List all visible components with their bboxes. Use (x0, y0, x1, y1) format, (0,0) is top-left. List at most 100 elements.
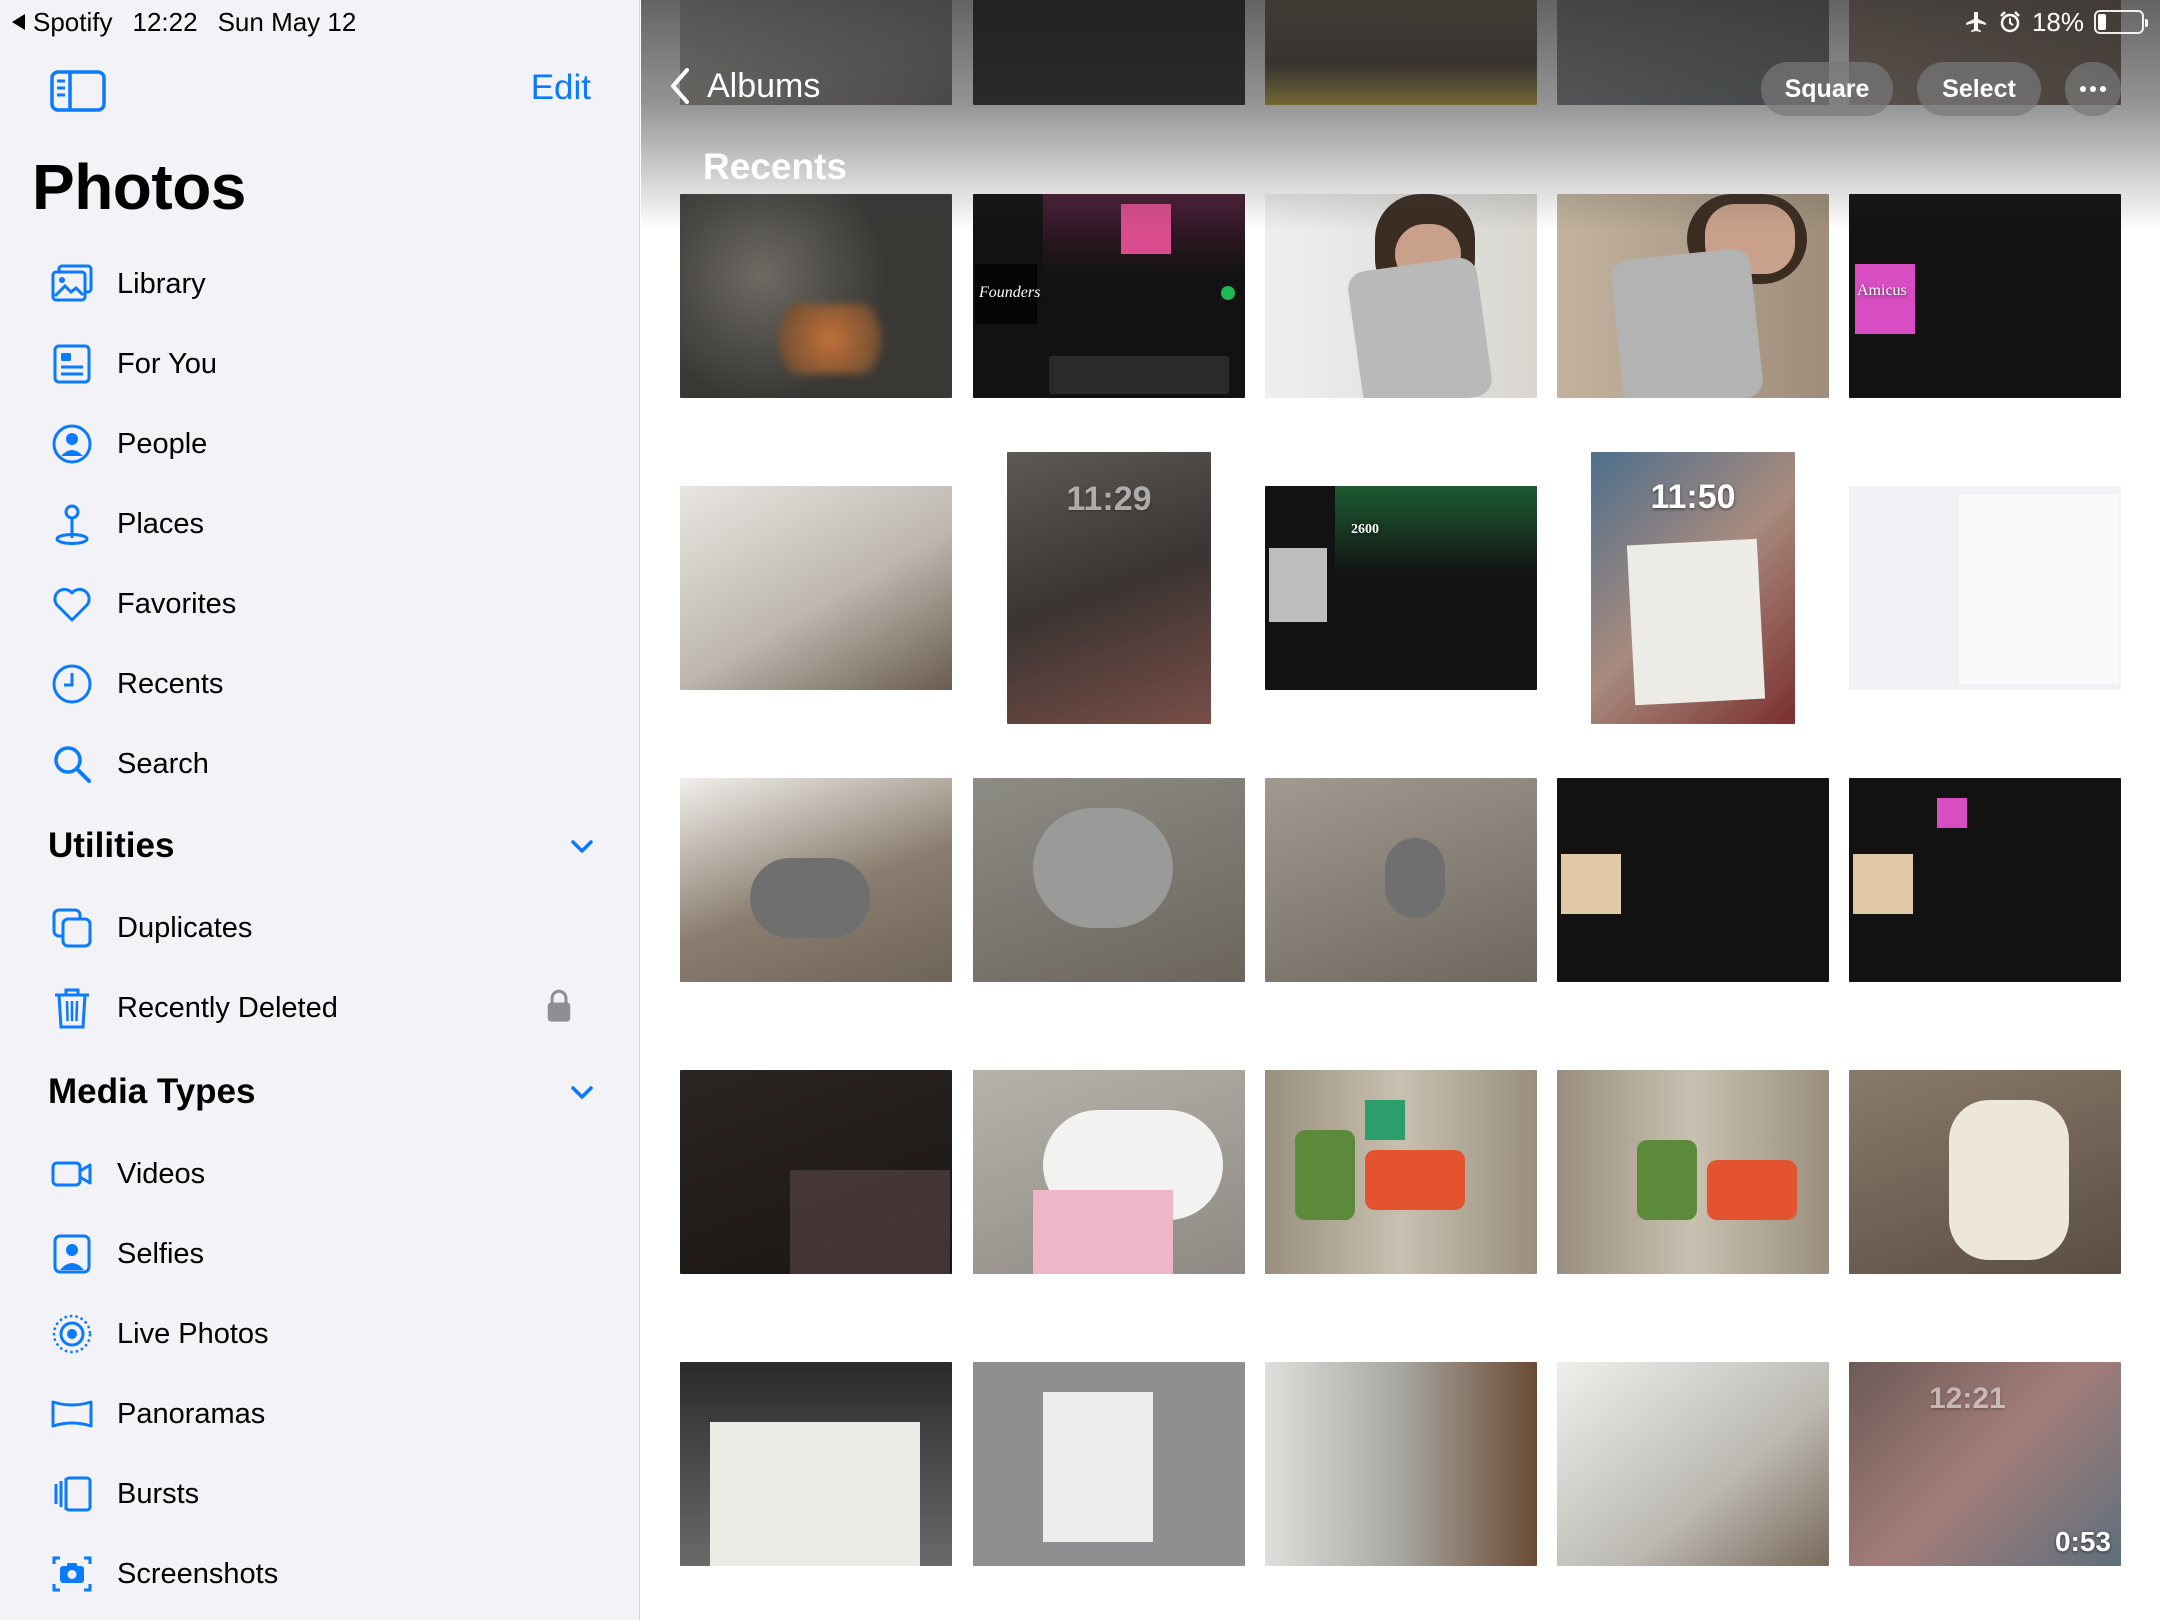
select-button[interactable]: Select (1917, 62, 2041, 116)
back-app-label: Spotify (33, 6, 113, 37)
sidebar-item-label: Places (117, 507, 205, 540)
sidebar-item-label: Recently Deleted (117, 991, 338, 1024)
photo-thumbnail[interactable] (1557, 1362, 1829, 1566)
photo-thumbnail[interactable] (680, 486, 952, 690)
sidebar-item-live-photos[interactable]: Live Photos (48, 1302, 608, 1366)
sidebar-item-screenshots[interactable]: Screenshots (48, 1542, 608, 1606)
panorama-icon (48, 1390, 96, 1438)
sidebar-item-label: Videos (117, 1157, 206, 1190)
trash-icon (48, 984, 96, 1032)
photo-thumbnail[interactable] (680, 194, 952, 398)
photo-thumbnail[interactable] (1849, 1070, 2121, 1274)
photo-thumbnail[interactable] (973, 1070, 1245, 1274)
sidebar-item-label: Bursts (117, 1477, 200, 1510)
sidebar-item-recents[interactable]: Recents (48, 652, 608, 716)
photo-thumbnail[interactable] (680, 1362, 952, 1566)
status-time: 12:22 (132, 6, 198, 37)
photo-thumbnail[interactable] (973, 0, 1245, 105)
sidebar-item-label: Recents (117, 667, 224, 700)
photo-thumbnail[interactable] (1557, 194, 1829, 398)
places-icon (48, 500, 96, 548)
airplane-mode-icon (1965, 12, 1986, 32)
lock-time-text: 11:50 (1650, 478, 1736, 516)
square-button[interactable]: Square (1761, 62, 1893, 116)
back-to-app-button[interactable]: Spotify (12, 7, 113, 38)
battery-percent: 18% (2031, 6, 2084, 37)
photo-thumbnail[interactable] (1265, 194, 1537, 398)
video-icon (48, 1150, 96, 1198)
photo-thumbnail[interactable] (1265, 0, 1537, 105)
people-icon (48, 420, 96, 468)
sidebar-item-label: Panoramas (117, 1397, 266, 1430)
sidebar-item-selfies[interactable]: Selfies (48, 1222, 608, 1286)
sidebar-item-for-you[interactable]: For You (48, 332, 608, 396)
photo-grid-area: Founders Amicus 11:29 2600 11:50 12:21 0… (641, 0, 2160, 1620)
sidebar-item-label: Selfies (117, 1237, 205, 1270)
sidebar-item-label: Search (117, 747, 209, 780)
status-date: Sun May 12 (217, 6, 357, 37)
photo-thumbnail[interactable] (680, 1070, 952, 1274)
section-title: Utilities (48, 826, 175, 865)
lock-icon (546, 988, 572, 1029)
sidebar-item-duplicates[interactable]: Duplicates (48, 896, 608, 960)
clock-icon (48, 660, 96, 708)
section-title: Recents (703, 146, 847, 187)
back-button[interactable]: Albums (667, 66, 820, 106)
founders-text: Founders (979, 284, 1041, 301)
photo-thumbnail[interactable] (1265, 1070, 1537, 1274)
alarm-icon (2000, 11, 2020, 33)
status-bar-left: Spotify 12:22 Sun May 12 (12, 4, 356, 40)
sidebar-item-bursts[interactable]: Bursts (48, 1462, 608, 1526)
sidebar-item-label: Screenshots (117, 1557, 279, 1590)
photo-thumbnail[interactable]: Amicus (1849, 194, 2121, 398)
photo-thumbnail[interactable]: 2600 (1265, 486, 1537, 690)
search-icon (48, 740, 96, 788)
sidebar-item-label: People (117, 427, 208, 460)
back-button-label: Albums (707, 66, 821, 105)
lock-time-text: 11:29 (1066, 480, 1152, 518)
battery-icon (2094, 10, 2148, 34)
sidebar-item-label: Library (117, 267, 206, 300)
chevron-down-icon (571, 1086, 593, 1099)
sidebar-item-recently-deleted[interactable]: Recently Deleted (48, 976, 608, 1040)
sidebar-item-videos[interactable]: Videos (48, 1142, 608, 1206)
sidebar-item-people[interactable]: People (48, 412, 608, 476)
photo-thumbnail[interactable]: 12:21 0:53 (1849, 1362, 2121, 1566)
selfie-icon (48, 1230, 96, 1278)
chevron-left-icon (671, 68, 689, 104)
photo-thumbnail[interactable] (973, 778, 1245, 982)
media-types-section-header[interactable]: Media Types (48, 1062, 608, 1122)
photo-thumbnail[interactable]: 11:50 (1591, 452, 1795, 724)
sidebar-item-search[interactable]: Search (48, 732, 608, 796)
sidebar-item-label: Favorites (117, 587, 237, 620)
photo-thumbnail[interactable] (1265, 1362, 1537, 1566)
back-triangle-icon (12, 14, 25, 30)
photo-thumbnail[interactable] (973, 1362, 1245, 1566)
sidebar-item-panoramas[interactable]: Panoramas (48, 1382, 608, 1446)
edit-button[interactable]: Edit (531, 68, 591, 108)
bursts-icon (48, 1470, 96, 1518)
photo-thumbnail[interactable]: 11:29 (1007, 452, 1211, 724)
sidebar: Spotify 12:22 Sun May 12 Edit Photos Lib… (0, 0, 640, 1620)
utilities-section-header[interactable]: Utilities (48, 816, 608, 876)
photo-thumbnail[interactable] (1557, 778, 1829, 982)
library-icon (48, 260, 96, 308)
section-title: Media Types (48, 1072, 256, 1111)
sidebar-item-label: Duplicates (117, 911, 253, 944)
more-button[interactable] (2065, 62, 2121, 116)
photo-thumbnail[interactable]: Founders (973, 194, 1245, 398)
photo-thumbnail[interactable] (1557, 1070, 1829, 1274)
lock-time-text: 12:21 (1929, 1382, 2006, 1415)
photo-thumbnail[interactable] (680, 778, 952, 982)
photo-thumbnail[interactable] (1265, 778, 1537, 982)
sidebar-item-library[interactable]: Library (48, 252, 608, 316)
heart-icon (48, 580, 96, 628)
screenshot-icon (48, 1550, 96, 1598)
sidebar-item-favorites[interactable]: Favorites (48, 572, 608, 636)
sidebar-item-label: Live Photos (117, 1317, 269, 1350)
status-bar-right: 18% (1964, 4, 2148, 40)
photo-thumbnail[interactable] (1849, 486, 2121, 690)
sidebar-item-places[interactable]: Places (48, 492, 608, 556)
photo-thumbnail[interactable] (1849, 778, 2121, 982)
sidebar-toggle-icon[interactable] (50, 68, 106, 114)
